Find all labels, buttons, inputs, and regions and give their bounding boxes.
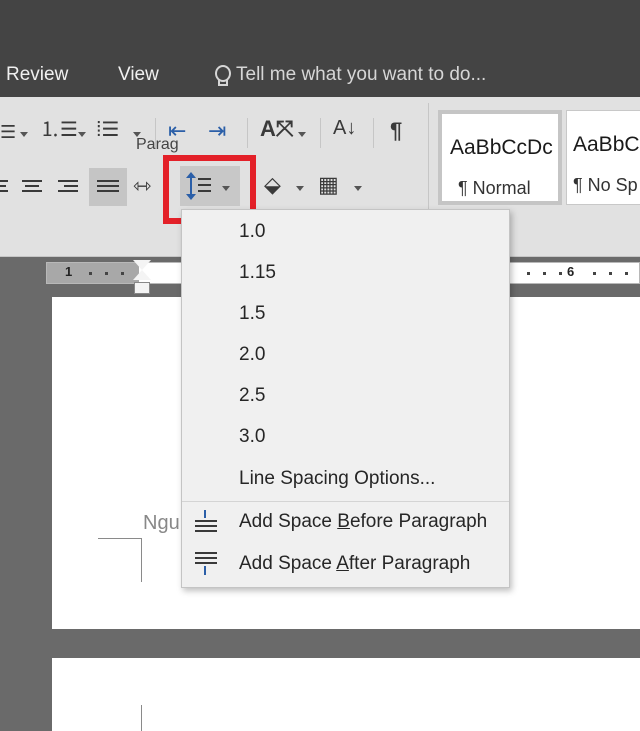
ruler-number: 1	[65, 264, 73, 279]
distributed-icon[interactable]: ⇿	[133, 175, 151, 197]
borders-dropdown-icon[interactable]	[354, 186, 362, 191]
style-normal[interactable]: AaBbCcDc ¶ Normal	[438, 110, 562, 205]
pilcrow-icon[interactable]: ¶	[390, 120, 402, 142]
sort-az-icon[interactable]: A↓	[333, 118, 356, 138]
menu-item-spacing-1-0[interactable]: 1.0	[182, 212, 509, 253]
separator	[320, 118, 321, 148]
tell-me-text: Tell me what you want to do...	[236, 64, 487, 85]
ruler-tick	[121, 272, 124, 275]
ruler-tick	[593, 272, 596, 275]
crop-mark	[98, 538, 142, 539]
document-text[interactable]: Ngu	[143, 512, 180, 535]
style-name: ¶ Normal	[458, 178, 531, 198]
lightbulb-icon	[214, 65, 231, 86]
ruler-tick	[609, 272, 612, 275]
style-sample: AaBbCcDc	[450, 136, 553, 159]
ribbon-tab-bar: Review View Tell me what you want to do.…	[0, 0, 640, 97]
ruler-tick	[543, 272, 546, 275]
multilevel-list-icon[interactable]: ⁞☰	[96, 120, 120, 140]
ruler-margin	[47, 263, 139, 283]
add-space-before-icon	[195, 510, 217, 534]
separator	[247, 118, 248, 148]
numbering-dropdown-icon[interactable]	[78, 132, 86, 137]
bullets-dropdown-icon[interactable]	[20, 132, 28, 137]
tab-view[interactable]: View	[118, 64, 159, 86]
menu-item-spacing-2-0[interactable]: 2.0	[182, 335, 509, 376]
align-left-icon[interactable]	[0, 180, 20, 196]
ruler-tick	[559, 272, 562, 275]
menu-item-add-space-after[interactable]: Add Space After Paragraph	[182, 544, 509, 585]
ruler-number: 6	[567, 264, 575, 279]
menu-item-spacing-1-5[interactable]: 1.5	[182, 294, 509, 335]
bullets-icon[interactable]: ☰	[0, 123, 16, 141]
menu-item-spacing-1-15[interactable]: 1.15	[182, 253, 509, 294]
menu-item-line-spacing-options[interactable]: Line Spacing Options...	[182, 459, 509, 500]
menu-item-add-space-before[interactable]: Add Space Before Paragraph	[182, 502, 509, 543]
align-center-icon[interactable]	[22, 180, 42, 196]
ruler-tick	[625, 272, 628, 275]
separator	[373, 118, 374, 148]
increase-indent-icon[interactable]: ⇥	[208, 120, 226, 142]
add-space-after-icon	[195, 552, 217, 576]
paragraph-group-label: Parag	[136, 136, 179, 153]
indent-marker[interactable]	[133, 260, 151, 298]
line-spacing-menu: 1.0 1.15 1.5 2.0 2.5 3.0 Line Spacing Op…	[181, 209, 510, 588]
ribbon-group-separator	[428, 103, 429, 223]
menu-item-spacing-2-5[interactable]: 2.5	[182, 376, 509, 417]
shading-dropdown-icon[interactable]	[296, 186, 304, 191]
numbering-icon[interactable]: ⒈☰	[40, 120, 78, 140]
style-name: ¶ No Sp	[573, 175, 638, 195]
crop-mark	[141, 538, 142, 582]
align-right-icon[interactable]	[58, 180, 78, 196]
style-no-spacing[interactable]: AaBbC ¶ No Sp	[566, 110, 640, 205]
shading-icon[interactable]: ⬙	[264, 174, 281, 196]
tell-me-box[interactable]: Tell me what you want to do...	[214, 64, 486, 86]
ruler-tick	[527, 272, 530, 275]
style-sample: AaBbC	[573, 133, 640, 156]
text-direction-dropdown-icon[interactable]	[298, 132, 306, 137]
tab-review[interactable]: Review	[6, 64, 68, 86]
text-direction-icon[interactable]: A͏⤧	[260, 118, 294, 140]
crop-mark	[141, 705, 142, 731]
ruler-tick	[105, 272, 108, 275]
justify-icon[interactable]	[97, 180, 119, 196]
menu-item-spacing-3-0[interactable]: 3.0	[182, 417, 509, 458]
borders-icon[interactable]: ▦	[318, 174, 339, 196]
ruler-tick	[89, 272, 92, 275]
